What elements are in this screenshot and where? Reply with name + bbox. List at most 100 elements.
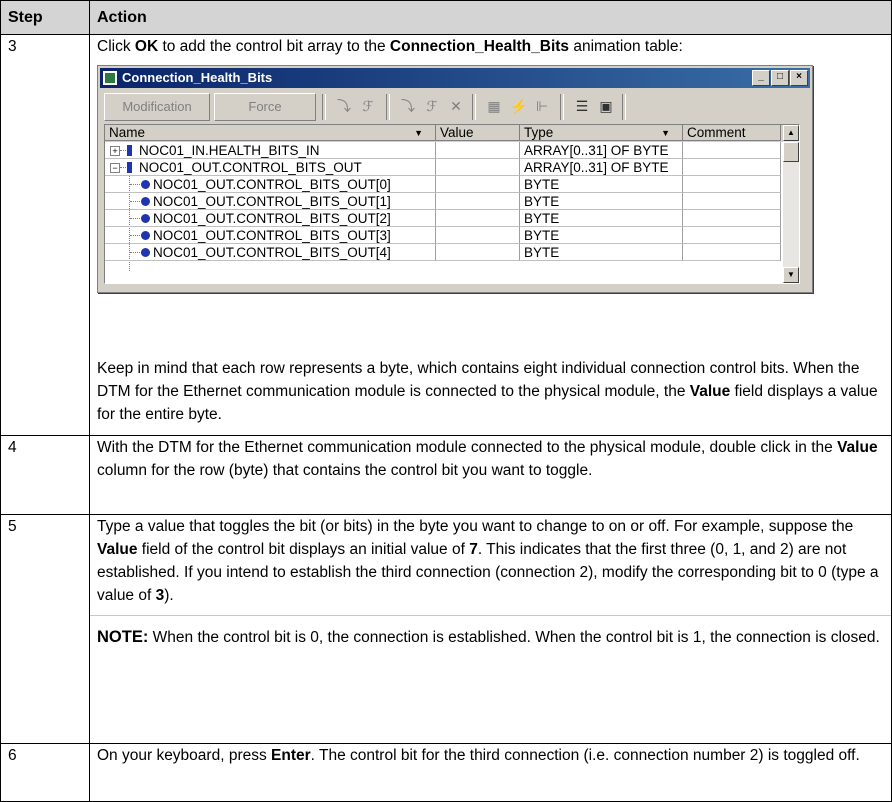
format-icon[interactable]: ▣	[598, 98, 614, 114]
step-action: On your keyboard, press Enter. The contr…	[89, 743, 892, 802]
grid-row[interactable]: NOC01_OUT.CONTROL_BITS_OUT[3] BYTE	[105, 227, 799, 244]
cell-name: NOC01_OUT.CONTROL_BITS_OUT[3]	[105, 227, 436, 244]
table-row: 5 Type a value that toggles the bit (or …	[0, 514, 892, 744]
step-text: With the DTM for the Ethernet communicat…	[97, 436, 884, 482]
column-type[interactable]: Type ▼	[520, 125, 683, 141]
cell-value[interactable]	[436, 176, 520, 193]
value-term: Value	[97, 541, 138, 558]
force-falling-icon[interactable]: ℱ	[424, 98, 440, 114]
text: Type a value that toggles the bit (or bi…	[97, 518, 854, 535]
maximize-button[interactable]: □	[771, 70, 789, 86]
variable-icon	[127, 162, 132, 173]
tree-line	[130, 252, 140, 253]
step-text: Click OK to add the control bit array to…	[97, 35, 884, 58]
scroll-thumb[interactable]	[783, 142, 799, 162]
minimize-button[interactable]: _	[752, 70, 770, 86]
tree-line	[120, 150, 126, 151]
grid-row[interactable]: NOC01_OUT.CONTROL_BITS_OUT[2] BYTE	[105, 210, 799, 227]
byte-element-icon	[141, 231, 150, 240]
list-icon[interactable]: ▦	[486, 98, 502, 114]
expand-icon[interactable]: +	[110, 146, 120, 156]
cell-comment[interactable]	[683, 193, 781, 210]
grid-row[interactable]: − NOC01_OUT.CONTROL_BITS_OUT ARRAY[0..31…	[105, 159, 799, 176]
cell-comment[interactable]	[683, 210, 781, 227]
tree-line	[130, 235, 140, 236]
unforce-icon[interactable]: ✕	[448, 98, 464, 114]
byte-element-icon	[141, 248, 150, 257]
grid-row[interactable]: NOC01_OUT.CONTROL_BITS_OUT[0] BYTE	[105, 176, 799, 193]
cell-type: BYTE	[520, 193, 683, 210]
cell-type: ARRAY[0..31] OF BYTE	[520, 159, 683, 176]
grid-row[interactable]: + NOC01_IN.HEALTH_BITS_IN ARRAY[0..31] O…	[105, 142, 799, 159]
cell-type: BYTE	[520, 227, 683, 244]
byte-element-icon	[141, 197, 150, 206]
column-comment[interactable]: Comment	[683, 125, 781, 141]
cell-value[interactable]	[436, 193, 520, 210]
step-action: With the DTM for the Ethernet communicat…	[89, 435, 892, 515]
bracket-icon[interactable]: ⊩	[534, 98, 550, 114]
set-falling-icon[interactable]: ℱ	[360, 98, 376, 114]
cell-value[interactable]	[436, 142, 520, 159]
note-block: NOTE: When the control bit is 0, the con…	[90, 615, 891, 653]
cell-value[interactable]	[436, 159, 520, 176]
column-label: Name	[109, 125, 146, 140]
cell-name: NOC01_OUT.CONTROL_BITS_OUT[1]	[105, 193, 436, 210]
toolbar-separator	[322, 94, 326, 120]
modification-button[interactable]: Modification	[104, 93, 210, 121]
note-text: When the control bit is 0, the connectio…	[148, 629, 880, 646]
cell-comment[interactable]	[683, 244, 781, 261]
cell-value[interactable]	[436, 227, 520, 244]
column-value[interactable]: Value	[436, 125, 520, 141]
cell-type: BYTE	[520, 244, 683, 261]
name-text: NOC01_OUT.CONTROL_BITS_OUT[2]	[153, 211, 391, 226]
force-rising-icon[interactable]: ⤵	[400, 98, 416, 114]
window-controls: _ □ ×	[751, 70, 808, 86]
dropdown-icon[interactable]: ▼	[661, 125, 670, 141]
toolbar-separator	[472, 94, 476, 120]
grid-row[interactable]: NOC01_OUT.CONTROL_BITS_OUT[1] BYTE	[105, 193, 799, 210]
align-icon[interactable]: ☰	[574, 98, 590, 114]
text: animation table:	[569, 38, 683, 55]
table-row: 4 With the DTM for the Ethernet communic…	[0, 435, 892, 515]
dropdown-icon[interactable]: ▼	[414, 125, 423, 141]
header-action: Action	[89, 0, 892, 35]
variables-grid: Name ▼ Value Type ▼ Comment + NOC01_IN.H…	[104, 124, 800, 284]
column-name[interactable]: Name ▼	[105, 125, 436, 141]
force-button[interactable]: Force	[214, 93, 316, 121]
vertical-scrollbar[interactable]: ▲ ▼	[783, 125, 799, 283]
column-label: Value	[440, 125, 474, 140]
ok-term: OK	[134, 38, 159, 55]
set-rising-icon[interactable]: ⤵	[336, 98, 352, 114]
toolbar-separator	[622, 94, 626, 120]
table-row: 6 On your keyboard, press Enter. The con…	[0, 743, 892, 802]
cell-comment[interactable]	[683, 142, 781, 159]
cell-comment[interactable]	[683, 227, 781, 244]
step-text: On your keyboard, press Enter. The contr…	[97, 744, 884, 767]
cell-comment[interactable]	[683, 176, 781, 193]
tree-line	[130, 201, 140, 202]
name-text: NOC01_OUT.CONTROL_BITS_OUT	[139, 160, 362, 175]
step-action: Click OK to add the control bit array to…	[89, 34, 892, 436]
procedure-table: Step Action 3 Click OK to add the contro…	[0, 0, 892, 802]
cell-comment[interactable]	[683, 159, 781, 176]
new-value: 3	[155, 587, 165, 604]
cell-value[interactable]	[436, 210, 520, 227]
note-label: NOTE:	[97, 628, 149, 646]
name-text: NOC01_OUT.CONTROL_BITS_OUT[0]	[153, 177, 391, 192]
tree-line	[130, 184, 140, 185]
lightning-icon[interactable]: ⚡	[510, 98, 527, 114]
grid-row[interactable]: NOC01_OUT.CONTROL_BITS_OUT[4] BYTE	[105, 244, 799, 261]
scroll-down-button[interactable]: ▼	[783, 267, 799, 283]
value-term: Value	[689, 383, 731, 400]
step-number: 6	[0, 743, 90, 802]
window-title: Connection_Health_Bits	[122, 70, 273, 85]
text: ).	[164, 587, 174, 604]
scroll-up-button[interactable]: ▲	[783, 125, 799, 141]
collapse-icon[interactable]: −	[110, 163, 120, 173]
text: Click	[97, 38, 135, 55]
close-button[interactable]: ×	[790, 70, 808, 86]
cell-value[interactable]	[436, 244, 520, 261]
step-number: 3	[0, 34, 90, 436]
value-term: Value	[837, 439, 878, 456]
cell-name: NOC01_OUT.CONTROL_BITS_OUT[2]	[105, 210, 436, 227]
